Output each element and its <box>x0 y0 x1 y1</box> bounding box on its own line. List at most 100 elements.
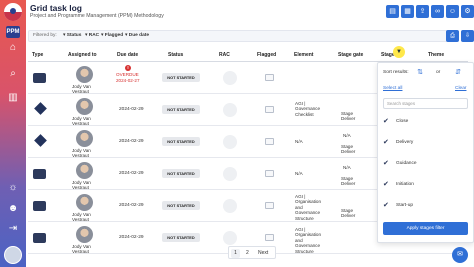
flag-icon[interactable] <box>265 170 274 177</box>
main-content: Grid task log Project and Programme Mana… <box>26 0 474 267</box>
assignee-name: Jody Van Vestraut <box>72 84 91 95</box>
assignee-name: Jody Van Vestraut <box>72 212 91 223</box>
deliverable-icon <box>33 169 46 179</box>
flag-icon[interactable] <box>265 202 274 209</box>
link-icon[interactable]: ∞ <box>431 5 444 18</box>
element-text[interactable]: AGI | Organisation and Governance Struct… <box>295 227 325 254</box>
col-assigned-to[interactable]: Assigned to <box>68 52 97 58</box>
rac-indicator[interactable] <box>223 71 237 85</box>
col-flagged[interactable]: Flagged <box>257 52 276 58</box>
check-icon: ✔ <box>383 118 389 125</box>
page-1-button[interactable]: 1 <box>231 249 240 258</box>
stage-option-close[interactable]: ✔ Close <box>383 117 468 127</box>
sort-descending-icon[interactable]: ⇵ <box>454 68 462 77</box>
due-date: 2024-02-29 <box>119 203 144 208</box>
select-all-link[interactable]: Select all <box>383 86 402 91</box>
ideas-icon[interactable]: ☼ <box>7 183 19 193</box>
option-label: Start-up <box>396 203 414 208</box>
due-date-overdue: OVERDUE 2024-02-27 <box>116 72 140 83</box>
stage-option-guidance[interactable]: ✔ Guidance <box>383 159 468 169</box>
search-icon[interactable]: ⌕ <box>7 69 19 79</box>
status-badge[interactable]: NOT STARTED <box>162 137 200 146</box>
stage-option-initiation[interactable]: ✔ Initiation <box>383 180 468 190</box>
assignee-name: Jody Van Vestraut <box>72 148 91 159</box>
status-badge[interactable]: NOT STARTED <box>162 233 200 242</box>
calendar-icon[interactable]: ▦ <box>401 5 414 18</box>
col-due-date[interactable]: Due date <box>117 52 138 58</box>
col-type[interactable]: Type <box>32 52 43 58</box>
stage-option-delivery[interactable]: ✔ Delivery <box>383 138 468 148</box>
people-icon[interactable]: ☺ <box>446 5 459 18</box>
gantt-icon[interactable]: ▤ <box>386 5 399 18</box>
next-page-button[interactable]: Next <box>258 250 268 256</box>
project-badge-icon[interactable]: PPM <box>6 26 20 38</box>
deliverable-icon <box>33 233 46 243</box>
team-icon[interactable]: ☻ <box>7 204 19 214</box>
sort-ascending-icon[interactable]: ⇅ <box>416 68 424 77</box>
col-element[interactable]: Element <box>294 52 313 58</box>
option-label: Initiation <box>396 182 414 187</box>
settings-icon[interactable]: ⚙ <box>461 5 474 18</box>
stage-search-input[interactable]: Search stages <box>383 98 468 109</box>
milestone-icon <box>34 102 47 115</box>
export-button[interactable]: ⇩ <box>461 30 474 42</box>
avatar <box>76 226 93 243</box>
rac-indicator[interactable] <box>223 103 237 117</box>
overdue-icon: ! <box>125 65 131 71</box>
clear-link[interactable]: Clear <box>455 86 466 91</box>
due-date: 2024-02-29 <box>119 235 144 240</box>
filter-label: Filtered by: <box>33 33 57 38</box>
rac-indicator[interactable] <box>223 199 237 213</box>
share-icon[interactable]: ⇪ <box>416 5 429 18</box>
check-icon: ✔ <box>383 181 389 188</box>
apply-stages-filter-button[interactable]: Apply stages filter <box>383 222 468 235</box>
option-label: Close <box>396 119 409 124</box>
filter-chip-status[interactable]: ▾ Status <box>63 33 81 38</box>
element-text[interactable]: AGI | Organisation and Governance Struct… <box>295 194 325 221</box>
stage-option-start-up[interactable]: ✔ Start-up <box>383 201 468 211</box>
col-theme[interactable]: Theme <box>428 52 444 58</box>
flag-icon[interactable] <box>265 74 274 81</box>
avatar <box>76 98 93 115</box>
logout-icon[interactable]: ⇥ <box>7 224 19 234</box>
flag-icon[interactable] <box>265 106 274 113</box>
check-icon: ✔ <box>383 160 389 167</box>
status-badge[interactable]: NOT STARTED <box>162 169 200 178</box>
home-icon[interactable]: ⌂ <box>7 43 19 53</box>
chat-icon[interactable]: ✉ <box>452 247 468 263</box>
status-badge[interactable]: NOT STARTED <box>162 105 200 114</box>
deliverable-icon <box>33 73 46 83</box>
overdue-label: OVERDUE <box>116 72 139 77</box>
sidebar: PPM ⌂ ⌕ ▥ ☼ ☻ ⇥ <box>0 0 26 267</box>
reports-icon[interactable]: ▥ <box>7 93 19 103</box>
avatar <box>76 162 93 179</box>
avatar <box>76 130 93 147</box>
element-text[interactable]: AGI | Governance Checklist <box>295 101 325 117</box>
filter-chip-rac[interactable]: ▾ RAC <box>85 33 99 38</box>
col-status[interactable]: Status <box>168 52 183 58</box>
pagination: 1 2 Next <box>228 246 276 259</box>
flag-icon[interactable] <box>265 138 274 145</box>
status-badge[interactable]: NOT STARTED <box>162 73 200 82</box>
filter-bar: Filtered by: ▾ Status ▾ RAC ▾ Flagged ▾ … <box>28 30 448 42</box>
rac-indicator[interactable] <box>223 135 237 149</box>
page-subtitle: Project and Programme Management (PPM) M… <box>30 13 164 19</box>
sort-label: Sort results: <box>383 70 409 75</box>
col-stage-gate[interactable]: Stage gate <box>338 52 363 58</box>
rac-indicator[interactable] <box>223 231 237 245</box>
stage-filter-funnel-icon[interactable]: ▼ <box>393 46 405 58</box>
print-button[interactable]: ⎙ <box>446 30 459 42</box>
app-logo[interactable] <box>4 3 22 21</box>
deliverable-icon <box>33 201 46 211</box>
rac-indicator[interactable] <box>223 167 237 181</box>
page-2-button[interactable]: 2 <box>246 250 249 256</box>
col-rac[interactable]: RAC <box>219 52 230 58</box>
stage-text: Stage Deliver <box>341 144 356 155</box>
milestone-icon <box>34 134 47 147</box>
user-avatar[interactable] <box>4 246 22 264</box>
flag-icon[interactable] <box>265 234 274 241</box>
filter-chip-flagged[interactable]: ▾ Flagged <box>101 33 123 38</box>
status-badge[interactable]: NOT STARTED <box>162 201 200 210</box>
filter-chip-due-date[interactable]: ▾ Due date <box>125 33 149 38</box>
page-title: Grid task log <box>30 3 82 13</box>
